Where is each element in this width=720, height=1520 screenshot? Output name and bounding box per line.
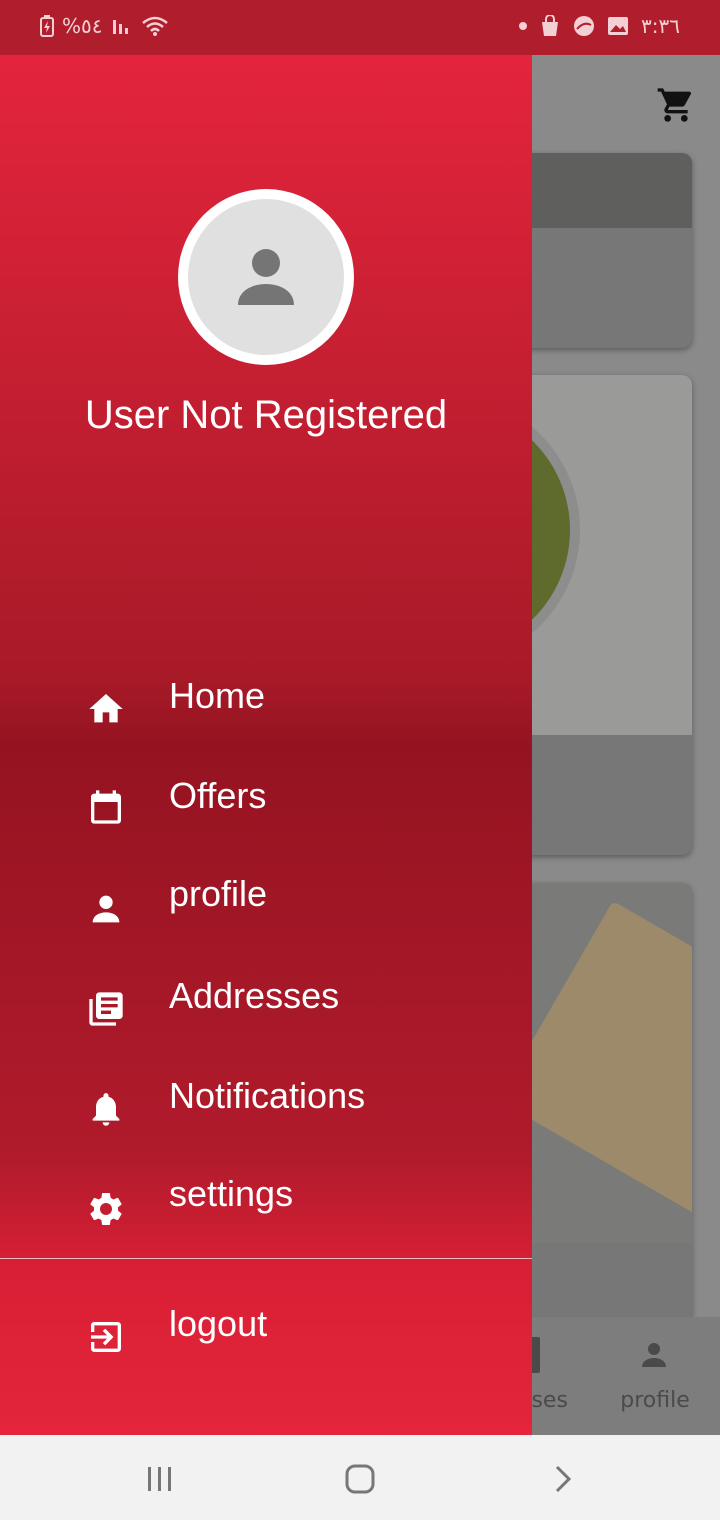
avatar-placeholder: [188, 199, 344, 355]
image-icon: [608, 17, 629, 35]
user-name: User Not Registered: [84, 393, 448, 437]
status-left: %٥٤: [40, 14, 169, 38]
menu-item-settings[interactable]: settings: [0, 1167, 532, 1247]
menu-item-notifications[interactable]: Notifications: [0, 1067, 532, 1147]
menu-item-addresses[interactable]: Addresses: [0, 967, 532, 1047]
divider: [0, 1258, 532, 1259]
menu-item-home[interactable]: Home: [0, 667, 532, 747]
menu-label: Offers: [169, 775, 267, 816]
profile-nav-icon[interactable]: [636, 1337, 672, 1373]
browser-icon: [574, 16, 595, 36]
avatar[interactable]: [178, 189, 354, 365]
shopping-bag-icon: [542, 15, 559, 36]
status-right: ٣:٣٦: [519, 14, 680, 38]
menu-label: Addresses: [169, 975, 340, 1016]
nav-profile-label[interactable]: profile: [620, 1388, 690, 1413]
menu-label: Home: [169, 675, 266, 716]
clock: ٣:٣٦: [641, 14, 680, 38]
status-bar: %٥٤ ٣:٣٦: [0, 0, 720, 55]
navigation-drawer: User Not Registered Home Offers profile …: [0, 55, 532, 1435]
home-button-icon[interactable]: [340, 1464, 380, 1494]
library-icon: [89, 992, 123, 1026]
person-icon: [92, 895, 120, 923]
gear-icon: [90, 1193, 122, 1225]
battery-percent: %٥٤: [62, 14, 103, 38]
battery-icon: [40, 15, 54, 37]
menu-label: settings: [169, 1173, 294, 1214]
menu-label: Notifications: [169, 1075, 366, 1116]
logout-icon: [91, 1322, 121, 1352]
menu-item-offers[interactable]: Offers: [0, 767, 532, 847]
signal-icon: [112, 20, 128, 34]
home-icon: [89, 694, 123, 723]
recent-apps-icon[interactable]: [140, 1464, 180, 1494]
calendar-icon: [91, 790, 121, 824]
notification-dot-icon: [519, 22, 528, 30]
bell-icon: [92, 1093, 120, 1126]
menu-item-profile[interactable]: profile: [0, 867, 532, 947]
menu-item-logout[interactable]: logout: [0, 1295, 532, 1375]
system-navigation-bar: [0, 1436, 720, 1520]
cart-icon[interactable]: [654, 85, 698, 125]
back-chevron-icon[interactable]: [542, 1464, 582, 1494]
menu-label: profile: [169, 873, 268, 914]
person-icon: [238, 249, 294, 305]
wifi-icon: [141, 16, 168, 36]
menu-label: logout: [169, 1303, 268, 1344]
